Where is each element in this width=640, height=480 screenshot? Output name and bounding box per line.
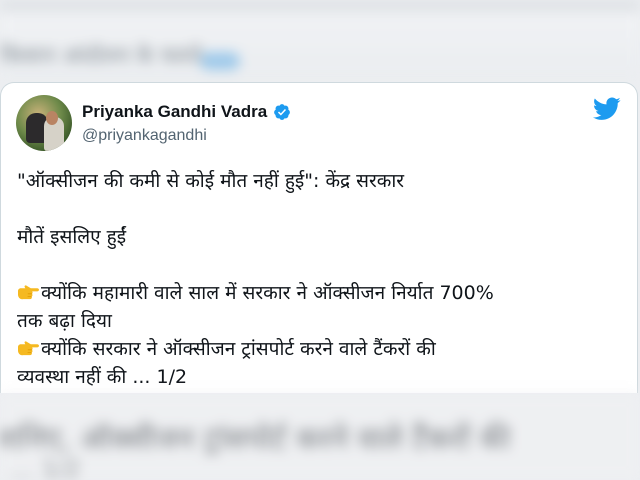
tweet-line-text: क्योंकि महामारी वाले साल में सरकार ने ऑक…	[41, 282, 494, 304]
tweet-line-text: क्योंकि सरकार ने ऑक्सीजन ट्रांसपोर्ट करन…	[41, 338, 436, 360]
author-handle[interactable]: @priyankagandhi	[82, 127, 207, 145]
tweet-line: तक बढ़ा दिया	[17, 310, 112, 332]
blurred-text: … 1/2	[10, 455, 81, 480]
pointing-right-hand-icon	[18, 341, 39, 356]
avatar[interactable]	[16, 95, 72, 151]
blurred-link	[200, 52, 240, 70]
author-name[interactable]: Priyanka Gandhi Vadra	[82, 102, 267, 122]
blurred-article-footer: जानिए, ऑक्सीजन ट्रांसपोर्ट करने वाले टैं…	[0, 393, 640, 480]
blurred-text: किसान आंदोलन के चलते	[0, 44, 202, 69]
blurred-text: जानिए, ऑक्सीजन ट्रांसपोर्ट करने वाले टैं…	[0, 422, 511, 457]
tweet-line: "ऑक्सीजन की कमी से कोई मौत नहीं हुई": के…	[17, 170, 405, 192]
tweet-line: क्योंकि महामारी वाले साल में सरकार ने ऑक…	[17, 279, 629, 307]
news-article-page: किसान आंदोलन के चलते Priyanka Gandhi Vad…	[0, 0, 640, 480]
twitter-bird-icon[interactable]	[593, 97, 621, 121]
tweet-line: क्योंकि सरकार ने ऑक्सीजन ट्रांसपोर्ट करन…	[17, 335, 629, 363]
embedded-tweet[interactable]: Priyanka Gandhi Vadra @priyankagandhi "ऑ…	[0, 82, 638, 393]
tweet-line: व्यवस्था नहीं की ... 1/2	[17, 366, 188, 388]
tweet-text: "ऑक्सीजन की कमी से कोई मौत नहीं हुई": के…	[17, 167, 629, 391]
avatar-face	[46, 111, 58, 125]
blurred-bar	[0, 0, 640, 12]
blurred-article-header: किसान आंदोलन के चलते	[0, 0, 640, 80]
pointing-right-hand-icon	[18, 285, 39, 300]
tweet-line: मौतें इसलिए हुईं	[17, 226, 127, 248]
verified-badge-icon	[274, 104, 290, 120]
